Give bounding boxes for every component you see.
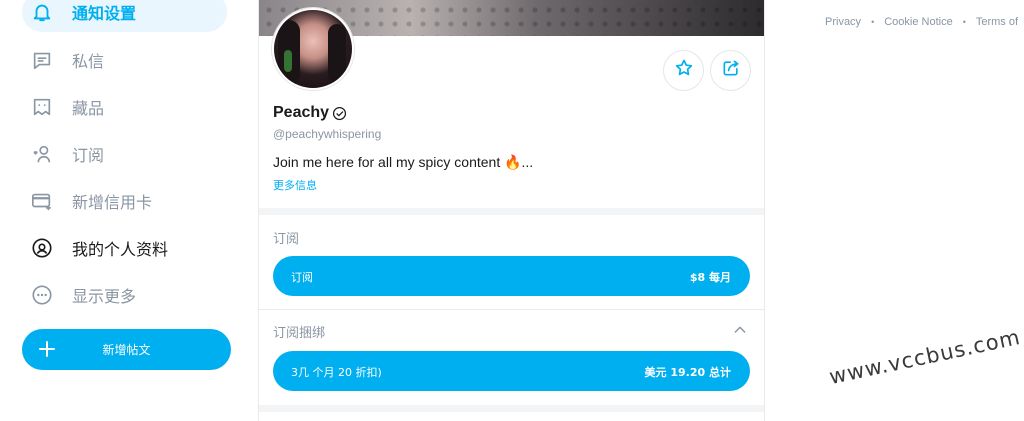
sidebar-item-collections[interactable]: 藏品	[22, 87, 104, 127]
subscribe-button-label: 订阅	[291, 271, 313, 284]
add-card-icon	[30, 189, 54, 213]
sidebar: 通知设置 私信 藏品 订阅 新增信用卡 我的个人资料 显示更多 新增帖文	[0, 0, 245, 421]
sidebar-item-label: 订阅	[72, 146, 105, 165]
share-icon	[721, 58, 741, 83]
star-icon	[674, 58, 694, 83]
separator-dot: •	[962, 17, 966, 27]
sidebar-item-my-profile[interactable]: 我的个人资料	[22, 228, 168, 268]
profile-icon	[30, 236, 54, 260]
watermark: www.vccbus.com	[827, 325, 1023, 389]
privacy-link[interactable]: Privacy	[825, 16, 861, 28]
terms-link[interactable]: Terms of	[976, 16, 1018, 28]
subscribe-button[interactable]: 订阅 $8 每月	[273, 256, 750, 296]
sidebar-item-label: 通知设置	[72, 4, 137, 23]
sidebar-item-label: 新增信用卡	[72, 193, 153, 212]
sidebar-item-label: 私信	[72, 52, 105, 71]
bell-icon	[30, 0, 54, 24]
username-handle: @peachywhispering	[273, 127, 382, 141]
more-info-link[interactable]: 更多信息	[273, 177, 317, 193]
chevron-up-icon[interactable]	[732, 322, 748, 338]
subscription-section-title: 订阅	[273, 232, 300, 247]
subscribe-price: $8 每月	[689, 271, 731, 284]
sidebar-item-label: 显示更多	[72, 287, 137, 306]
bundle-button[interactable]: 3几 个月 20 折扣) 美元 19.20 总计	[273, 351, 750, 391]
message-icon	[30, 48, 54, 72]
profile-bio: Join me here for all my spicy content 🔥.…	[273, 154, 534, 170]
profile-panel: Peachy @peachywhispering Join me here fo…	[258, 0, 765, 421]
sidebar-item-label: 我的个人资料	[72, 240, 169, 259]
divider	[259, 208, 764, 215]
divider	[259, 405, 764, 412]
new-post-label: 新增帖文	[102, 343, 151, 357]
profile-name: Peachy	[273, 104, 347, 122]
display-name: Peachy	[273, 104, 330, 121]
share-button[interactable]	[710, 50, 751, 91]
bundle-button-label: 3几 个月 20 折扣)	[291, 366, 382, 379]
separator-dot: •	[871, 17, 875, 27]
collections-icon	[30, 95, 54, 119]
sidebar-item-label: 藏品	[72, 99, 105, 118]
footer-links: Privacy • Cookie Notice • Terms of	[825, 16, 1018, 28]
verified-icon	[332, 106, 347, 121]
divider	[259, 309, 764, 310]
bundle-section-title: 订阅捆绑	[273, 326, 326, 341]
subscriptions-icon	[30, 142, 54, 166]
bundle-price: 美元 19.20 总计	[644, 366, 731, 379]
cookie-notice-link[interactable]: Cookie Notice	[884, 16, 952, 28]
sidebar-item-add-card[interactable]: 新增信用卡	[22, 181, 152, 221]
favorite-button[interactable]	[663, 50, 704, 91]
more-icon	[30, 283, 54, 307]
avatar[interactable]	[272, 8, 354, 90]
sidebar-item-messages[interactable]: 私信	[22, 40, 104, 80]
sidebar-item-show-more[interactable]: 显示更多	[22, 275, 136, 315]
new-post-button[interactable]: 新增帖文	[22, 329, 231, 370]
sidebar-item-notifications[interactable]: 通知设置	[22, 0, 227, 32]
sidebar-item-subscriptions[interactable]: 订阅	[22, 134, 104, 174]
